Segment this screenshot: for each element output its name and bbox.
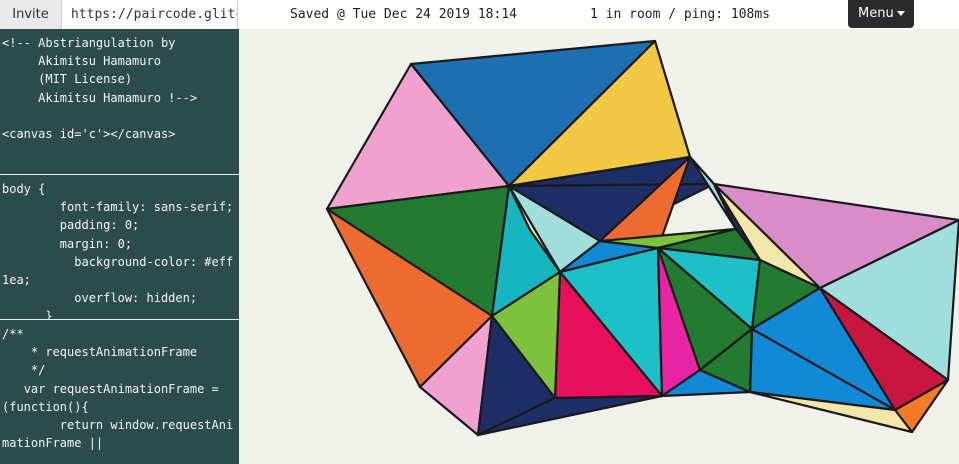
share-url-field[interactable]: https://paircode.glitc xyxy=(62,0,238,29)
abstriangulation-artwork xyxy=(325,39,959,437)
js-pane[interactable]: /** * requestAnimationFrame */ var reque… xyxy=(0,320,239,464)
html-pane[interactable]: <!-- Abstriangulation by Akimitsu Hamamu… xyxy=(0,29,239,175)
css-pane[interactable]: body { font-family: sans-serif; padding:… xyxy=(0,175,239,320)
top-toolbar: Invite https://paircode.glitc Saved @ Tu… xyxy=(0,0,959,30)
caret-down-icon xyxy=(897,11,905,16)
invite-button[interactable]: Invite xyxy=(0,0,62,29)
preview-canvas[interactable] xyxy=(239,29,959,464)
menu-button[interactable]: Menu xyxy=(848,0,914,28)
menu-label: Menu xyxy=(858,6,894,21)
js-code[interactable]: /** * requestAnimationFrame */ var reque… xyxy=(0,320,239,452)
saved-status: Saved @ Tue Dec 24 2019 18:14 xyxy=(290,7,517,22)
css-code[interactable]: body { font-family: sans-serif; padding:… xyxy=(0,175,239,319)
room-ping-status: 1 in room / ping: 108ms xyxy=(590,7,771,22)
code-editor: <!-- Abstriangulation by Akimitsu Hamamu… xyxy=(0,29,239,464)
html-code[interactable]: <!-- Abstriangulation by Akimitsu Hamamu… xyxy=(0,29,239,143)
